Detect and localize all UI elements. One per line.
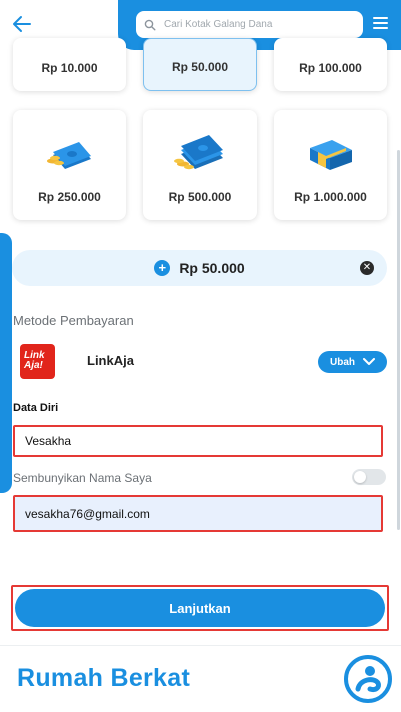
brand-logo <box>344 655 392 703</box>
hide-name-toggle[interactable] <box>352 469 386 485</box>
chevron-down-icon <box>363 358 375 365</box>
name-value: Vesakha <box>25 434 72 448</box>
change-payment-label: Ubah <box>330 356 355 368</box>
donation-card[interactable]: Rp 250.000 <box>13 110 126 220</box>
hamburger-menu-icon[interactable] <box>373 17 388 29</box>
money-bundle-icon <box>309 140 352 170</box>
donation-card-label: Rp 250.000 <box>38 190 101 204</box>
continue-button[interactable]: Lanjutkan <box>15 589 385 627</box>
donation-card[interactable]: Rp 10.000 <box>13 38 126 91</box>
change-payment-button[interactable]: Ubah <box>318 351 387 373</box>
donation-card-selected[interactable]: Rp 50.000 <box>143 38 257 91</box>
back-button[interactable] <box>10 12 34 36</box>
plus-icon[interactable]: + <box>154 260 171 276</box>
search-icon <box>144 19 156 30</box>
submit-highlight: Lanjutkan <box>11 585 389 631</box>
search-box[interactable] <box>136 11 363 38</box>
hide-name-label: Sembunyikan Nama Saya <box>13 471 152 485</box>
toggle-knob <box>354 471 366 483</box>
donation-card-label: Rp 100.000 <box>299 61 362 75</box>
donation-card-label: Rp 10.000 <box>41 61 98 75</box>
personal-data-title: Data Diri <box>13 402 59 414</box>
clear-amount-icon[interactable]: ✕ <box>360 261 374 275</box>
linkaja-logo: Link Aja! <box>20 344 55 379</box>
payment-method-name: LinkAja <box>87 353 134 368</box>
name-field[interactable]: Vesakha <box>13 425 383 457</box>
email-field[interactable]: vesakha76@gmail.com <box>13 495 383 532</box>
donation-card-label: Rp 1.000.000 <box>294 190 367 204</box>
scrollbar[interactable] <box>397 150 400 530</box>
email-value: vesakha76@gmail.com <box>25 506 150 521</box>
payment-method-title: Metode Pembayaran <box>13 313 134 328</box>
donation-card[interactable]: Rp 100.000 <box>274 38 387 91</box>
continue-label: Lanjutkan <box>169 600 231 616</box>
donation-card-label: Rp 500.000 <box>168 190 232 204</box>
chevron-right-icon[interactable]: > <box>0 344 9 362</box>
brand-name: Rumah Berkat <box>17 664 191 692</box>
donation-card[interactable]: Rp 1.000.000 <box>274 110 387 220</box>
cash-icon <box>46 142 91 169</box>
arrow-left-icon <box>13 16 31 32</box>
side-drawer-tab[interactable] <box>0 233 12 493</box>
brand-logo-icon <box>355 666 381 692</box>
footer-divider <box>0 645 401 646</box>
selected-amount: Rp 50.000 <box>179 260 245 276</box>
donation-card[interactable]: Rp 500.000 <box>143 110 257 220</box>
cash-stack-icon <box>174 135 223 170</box>
search-input[interactable] <box>164 19 354 30</box>
selected-amount-bar: + Rp 50.000 ✕ <box>12 250 387 286</box>
donation-card-label: Rp 50.000 <box>171 60 229 74</box>
